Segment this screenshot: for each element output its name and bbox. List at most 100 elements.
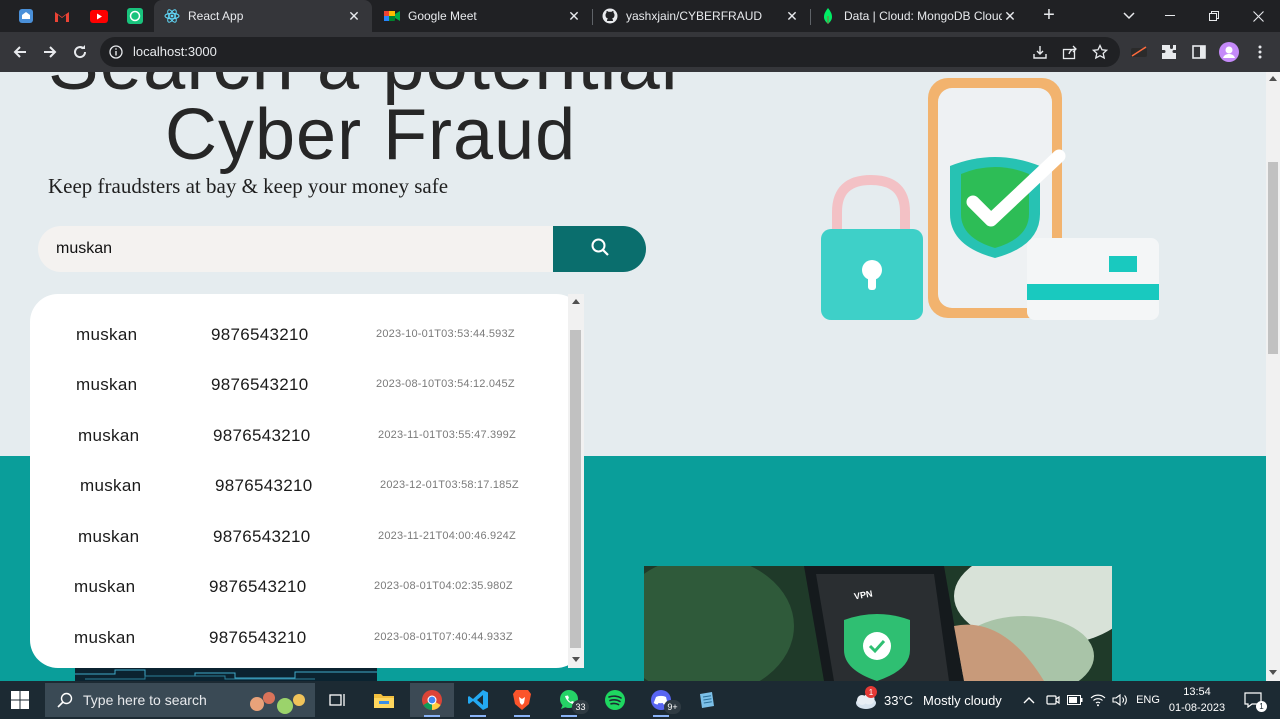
- whatsapp-badge: 33: [572, 700, 589, 714]
- mongodb-icon: [820, 8, 836, 24]
- result-timestamp: 2023-12-01T03:58:17.185Z: [380, 479, 519, 491]
- taskbar-search-placeholder: Type here to search: [83, 692, 207, 708]
- close-tab-icon[interactable]: ✕: [346, 8, 362, 24]
- taskbar-search-box[interactable]: Type here to search: [45, 683, 315, 717]
- reload-icon[interactable]: [68, 40, 92, 64]
- task-view-icon[interactable]: [316, 683, 360, 717]
- result-name: muskan: [78, 426, 140, 445]
- tab-react-app[interactable]: React App ✕: [154, 0, 372, 32]
- search-input[interactable]: [38, 226, 558, 272]
- result-phone: 9876543210: [215, 476, 313, 495]
- gmail-icon[interactable]: [51, 6, 73, 26]
- weather-widget[interactable]: 1 33°C Mostly cloudy: [852, 681, 1002, 719]
- result-row[interactable]: muskan 9876543210 2023-11-01T03:55:47.39…: [78, 426, 584, 448]
- file-explorer-icon[interactable]: [362, 683, 406, 717]
- result-name: muskan: [78, 527, 140, 546]
- brave-icon[interactable]: [500, 683, 544, 717]
- profile-avatar[interactable]: [1219, 42, 1239, 62]
- browser-toolbar: localhost:3000: [0, 32, 1280, 72]
- close-tab-icon[interactable]: ✕: [1002, 8, 1018, 24]
- scroll-down-arrow[interactable]: [1269, 670, 1277, 675]
- home-tab-icon[interactable]: [15, 6, 37, 26]
- page-scrollbar[interactable]: [1266, 72, 1280, 681]
- tab-mongodb-cloud[interactable]: Data | Cloud: MongoDB Cloud ✕: [810, 0, 1028, 32]
- scroll-up-arrow[interactable]: [572, 299, 580, 304]
- scroll-down-arrow[interactable]: [572, 657, 580, 662]
- extensions-icon[interactable]: [1159, 42, 1179, 62]
- tab-search-chevron-icon[interactable]: [1107, 0, 1151, 32]
- share-icon[interactable]: [1062, 44, 1078, 60]
- close-window-icon[interactable]: [1236, 0, 1280, 32]
- tab-title: yashxjain/CYBERFRAUD: [626, 9, 763, 23]
- result-phone: 9876543210: [209, 577, 307, 596]
- close-tab-icon[interactable]: ✕: [566, 8, 582, 24]
- vscode-icon[interactable]: [456, 683, 500, 717]
- tab-github-cyberfraud[interactable]: yashxjain/CYBERFRAUD ✕: [592, 0, 810, 32]
- result-name: muskan: [74, 577, 136, 596]
- address-bar[interactable]: localhost:3000: [100, 37, 1120, 67]
- result-row[interactable]: muskan 9876543210 2023-10-01T03:53:44.59…: [76, 325, 584, 347]
- back-arrow-icon[interactable]: [8, 40, 32, 64]
- circuit-board-image: [75, 668, 377, 681]
- result-phone: 9876543210: [213, 527, 311, 546]
- hero-title-line2: Cyber Fraud: [165, 95, 577, 175]
- scrollbar-thumb[interactable]: [570, 330, 581, 648]
- results-scrollbar[interactable]: [568, 294, 584, 668]
- security-illustration: [815, 74, 1165, 326]
- star-icon[interactable]: [1092, 44, 1108, 60]
- google-meet-icon: [384, 8, 400, 24]
- wifi-icon[interactable]: [1089, 691, 1107, 709]
- result-timestamp: 2023-11-21T04:00:46.924Z: [378, 530, 516, 542]
- chatgpt-icon[interactable]: [124, 6, 146, 26]
- download-icon[interactable]: [1032, 44, 1048, 60]
- result-timestamp: 2023-08-01T04:02:35.980Z: [374, 580, 513, 592]
- taskbar-clock[interactable]: 13:54 01-08-2023: [1165, 684, 1229, 716]
- result-row[interactable]: muskan 9876543210 2023-11-21T04:00:46.92…: [78, 527, 584, 549]
- tab-title: Google Meet: [408, 9, 477, 23]
- close-tab-icon[interactable]: ✕: [784, 8, 800, 24]
- notification-icon[interactable]: 1: [1241, 691, 1267, 712]
- search-icon: [57, 692, 73, 713]
- scrollbar-thumb[interactable]: [1268, 162, 1278, 354]
- sidebar-icon[interactable]: [1189, 42, 1209, 62]
- menu-dots-icon[interactable]: [1250, 42, 1270, 62]
- new-tab-button[interactable]: +: [1038, 4, 1060, 26]
- spotify-icon[interactable]: [593, 683, 637, 717]
- scroll-up-arrow[interactable]: [1269, 76, 1277, 81]
- info-icon[interactable]: [108, 44, 124, 60]
- result-row[interactable]: muskan 9876543210 2023-08-01T07:40:44.93…: [74, 628, 584, 650]
- forward-arrow-icon[interactable]: [38, 40, 62, 64]
- hero-tagline: Keep fraudsters at bay & keep your money…: [48, 174, 449, 198]
- discord-icon[interactable]: 9+: [639, 683, 683, 717]
- result-row[interactable]: muskan 9876543210 2023-12-01T03:58:17.18…: [80, 476, 584, 498]
- notepad-icon[interactable]: [685, 683, 729, 717]
- windows-taskbar: Type here to search 33 9+ 1 33°C Mostly …: [0, 681, 1280, 719]
- volume-icon[interactable]: [1111, 691, 1129, 709]
- extension-icon[interactable]: [1129, 42, 1149, 62]
- result-phone: 9876543210: [211, 375, 309, 394]
- vpn-phone-image: VPN: [644, 566, 1112, 681]
- windows-start-icon[interactable]: [10, 690, 30, 710]
- whatsapp-icon[interactable]: 33: [547, 683, 591, 717]
- result-timestamp: 2023-10-01T03:53:44.593Z: [376, 328, 515, 340]
- meet-now-icon[interactable]: [1044, 691, 1062, 709]
- clock-time: 13:54: [1183, 686, 1211, 698]
- chrome-icon[interactable]: [410, 683, 454, 717]
- tab-google-meet[interactable]: Google Meet ✕: [374, 0, 592, 32]
- result-row[interactable]: muskan 9876543210 2023-08-10T03:54:12.04…: [76, 375, 584, 397]
- tab-title: Data | Cloud: MongoDB Cloud: [844, 9, 1002, 23]
- result-name: muskan: [80, 476, 142, 495]
- youtube-icon[interactable]: [88, 6, 110, 26]
- chevron-up-icon[interactable]: [1020, 691, 1038, 709]
- weather-text: Mostly cloudy: [923, 692, 1002, 708]
- clock-date: 01-08-2023: [1168, 702, 1226, 714]
- minimize-icon[interactable]: [1148, 0, 1192, 32]
- language-indicator[interactable]: ENG: [1136, 691, 1160, 709]
- restore-icon[interactable]: [1192, 0, 1236, 32]
- result-timestamp: 2023-08-10T03:54:12.045Z: [376, 378, 515, 390]
- result-row[interactable]: muskan 9876543210 2023-08-01T04:02:35.98…: [74, 577, 584, 599]
- search-button[interactable]: [553, 226, 646, 272]
- temperature-text: 33°C: [884, 692, 914, 708]
- result-name: muskan: [76, 375, 138, 394]
- battery-icon[interactable]: [1066, 691, 1084, 709]
